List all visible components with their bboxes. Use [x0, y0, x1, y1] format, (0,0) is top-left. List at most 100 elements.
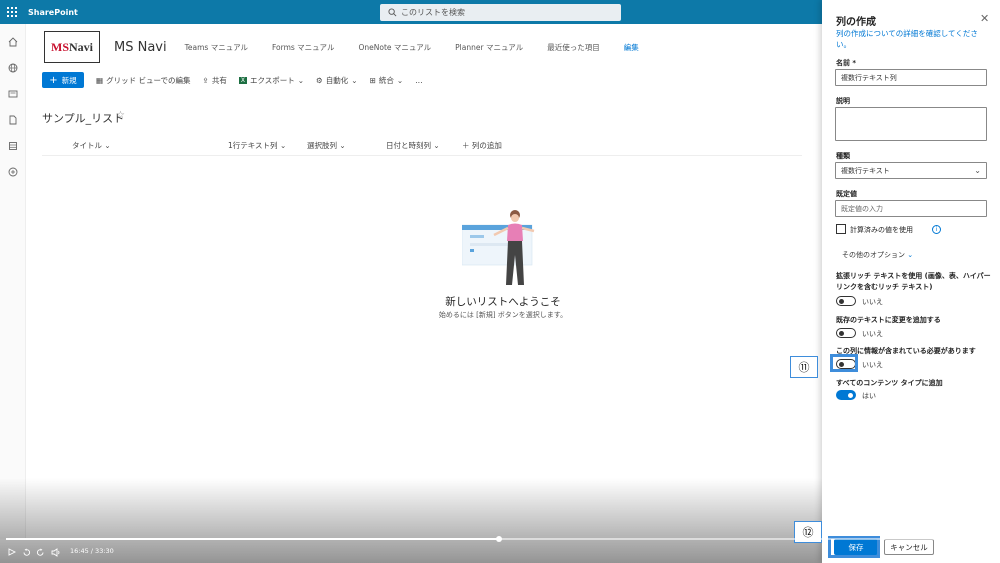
nav-teams[interactable]: Teams マニュアル [185, 42, 248, 53]
nav-onenote[interactable]: OneNote マニュアル [358, 42, 431, 53]
chevron-down-icon: ⌄ [907, 251, 914, 259]
column-choice-label: 選択肢列 [307, 141, 337, 150]
column-header-title[interactable]: タイトル ⌄ [72, 140, 111, 151]
create-column-panel: 列の作成 ✕ 列の作成についての詳細を確認してください。 名前 * 複数行テキス… [822, 0, 1000, 563]
fullscreen-icon[interactable] [984, 546, 993, 558]
volume-icon[interactable] [51, 546, 61, 558]
news-icon[interactable] [0, 86, 25, 102]
add-circle-icon[interactable] [0, 164, 25, 180]
nav-planner[interactable]: Planner マニュアル [455, 42, 523, 53]
video-overlay [0, 478, 822, 563]
site-title[interactable]: MS Navi [114, 40, 167, 55]
file-icon[interactable] [0, 112, 25, 128]
more-label: … [415, 75, 423, 85]
column-header-date[interactable]: 日付と時刻列 ⌄ [386, 140, 440, 151]
more-options-label: その他のオプション [842, 251, 905, 259]
type-label: 種類 [836, 152, 850, 160]
default-value-label: 既定値 [836, 190, 857, 198]
video-time: 16:45 / 33:30 [70, 547, 114, 555]
highlight-required-toggle [830, 354, 858, 372]
grid-icon: ▦ [96, 75, 104, 85]
automate-label: 自動化 [325, 75, 349, 85]
settings-gear-icon[interactable] [969, 546, 978, 558]
type-select-value: 複数行テキスト [841, 166, 890, 175]
chevron-down-icon: ⌄ [339, 141, 346, 150]
description-input[interactable] [835, 107, 987, 141]
rewind-icon[interactable] [22, 546, 31, 558]
site-logo[interactable]: MS Navi [44, 31, 100, 63]
content-types-toggle[interactable] [836, 390, 856, 400]
grid-edit-label: グリッド ビューでの編集 [106, 75, 191, 85]
chevron-down-icon: ⌄ [351, 75, 358, 85]
video-progress-bar[interactable] [6, 536, 992, 542]
grid-edit-button[interactable]: ▦ グリッド ビューでの編集 [96, 75, 191, 86]
add-column-button[interactable]: ＋ 列の追加 [462, 140, 502, 151]
search-icon [388, 8, 397, 17]
name-label: 名前 * [836, 59, 857, 67]
app-launcher-icon[interactable] [0, 0, 24, 24]
home-icon[interactable] [0, 34, 25, 50]
export-button[interactable]: X エクスポート ⌄ [238, 75, 305, 86]
append-changes-state: いいえ [862, 330, 883, 338]
append-changes-question: 既存のテキストに変更を追加する [836, 316, 941, 324]
more-commands-button[interactable]: … [415, 76, 423, 85]
excel-icon: X [238, 76, 247, 84]
welcome-title: 新しいリストへようこそ [445, 296, 561, 308]
export-label: エクスポート [249, 75, 295, 85]
info-icon[interactable]: i [932, 225, 941, 234]
command-bar: + 新規 ▦ グリッド ビューでの編集 ⇪ 共有 X エクスポート ⌄ ⚙ 自動化 ⌄ ⊞ 統合… [26, 70, 822, 90]
column-header-choice[interactable]: 選択肢列 ⌄ [307, 140, 346, 151]
name-input[interactable]: 複数行テキスト列 [835, 69, 987, 86]
integrate-button[interactable]: ⊞ 統合 ⌄ [370, 75, 404, 86]
column-title-label: タイトル [72, 141, 102, 150]
rich-text-question: 拡張リッチ テキストを使用 (画像、表、ハイパーリンクを含むリッチ テキスト) [836, 272, 991, 291]
captions-icon[interactable] [954, 546, 964, 558]
video-progress-handle[interactable] [496, 536, 502, 542]
column-date-label: 日付と時刻列 [386, 141, 431, 150]
left-rail [0, 24, 26, 539]
append-changes-toggle[interactable] [836, 328, 856, 338]
search-placeholder: このリストを検索 [401, 8, 465, 17]
help-link[interactable]: 列の作成についての詳細を確認してください。 [836, 28, 992, 50]
calculated-value-checkbox[interactable] [836, 224, 846, 234]
callout-11: ⑪ [790, 356, 818, 378]
plus-icon: + [49, 74, 58, 86]
logo-ms: MS [51, 39, 69, 54]
play-icon[interactable] [8, 546, 16, 558]
search-box[interactable]: このリストを検索 [380, 4, 621, 21]
new-button[interactable]: + 新規 [42, 72, 84, 88]
type-select[interactable]: 複数行テキスト ⌄ [835, 162, 987, 179]
forward-icon[interactable] [36, 546, 45, 558]
share-button[interactable]: ⇪ 共有 [203, 75, 227, 86]
list-icon[interactable] [0, 138, 25, 154]
required-state: いいえ [862, 361, 883, 369]
site-header: MS Navi MS Navi Teams マニュアル Forms マニュアル O… [26, 24, 822, 70]
list-title: サンプル_リスト [42, 112, 125, 125]
brand-name[interactable]: SharePoint [28, 8, 78, 17]
chevron-down-icon: ⌄ [396, 75, 404, 85]
description-label: 説明 [836, 97, 850, 105]
site-nav: Teams マニュアル Forms マニュアル OneNote マニュアル Pl… [185, 42, 663, 53]
chevron-down-icon: ⌄ [974, 166, 981, 175]
rich-text-toggle[interactable] [836, 296, 856, 306]
nav-forms[interactable]: Forms マニュアル [272, 42, 334, 53]
favorite-star-icon[interactable]: ☆ [116, 110, 125, 121]
default-value-input[interactable]: 既定値の入力 [835, 200, 987, 217]
column-header-text[interactable]: 1行テキスト列 ⌄ [228, 140, 286, 151]
nav-recent[interactable]: 最近使った項目 [547, 42, 600, 53]
automate-button[interactable]: ⚙ 自動化 ⌄ [316, 75, 358, 86]
welcome-illustration [462, 210, 535, 285]
globe-icon[interactable] [0, 60, 25, 76]
content-types-question: すべてのコンテンツ タイプに追加 [836, 379, 943, 387]
header-divider [42, 155, 802, 156]
close-icon[interactable]: ✕ [980, 12, 989, 25]
nav-edit-link[interactable]: 編集 [624, 42, 639, 53]
new-button-label: 新規 [61, 75, 77, 85]
cancel-button[interactable]: キャンセル [884, 539, 934, 555]
calculated-value-label: 計算済みの値を使用 [850, 226, 913, 234]
flow-icon: ⚙ [316, 75, 323, 85]
share-icon: ⇪ [202, 75, 209, 85]
chevron-down-icon: ⌄ [104, 141, 111, 150]
chevron-down-icon: ⌄ [297, 75, 305, 85]
more-options-toggle[interactable]: その他のオプション ⌄ [842, 250, 913, 260]
